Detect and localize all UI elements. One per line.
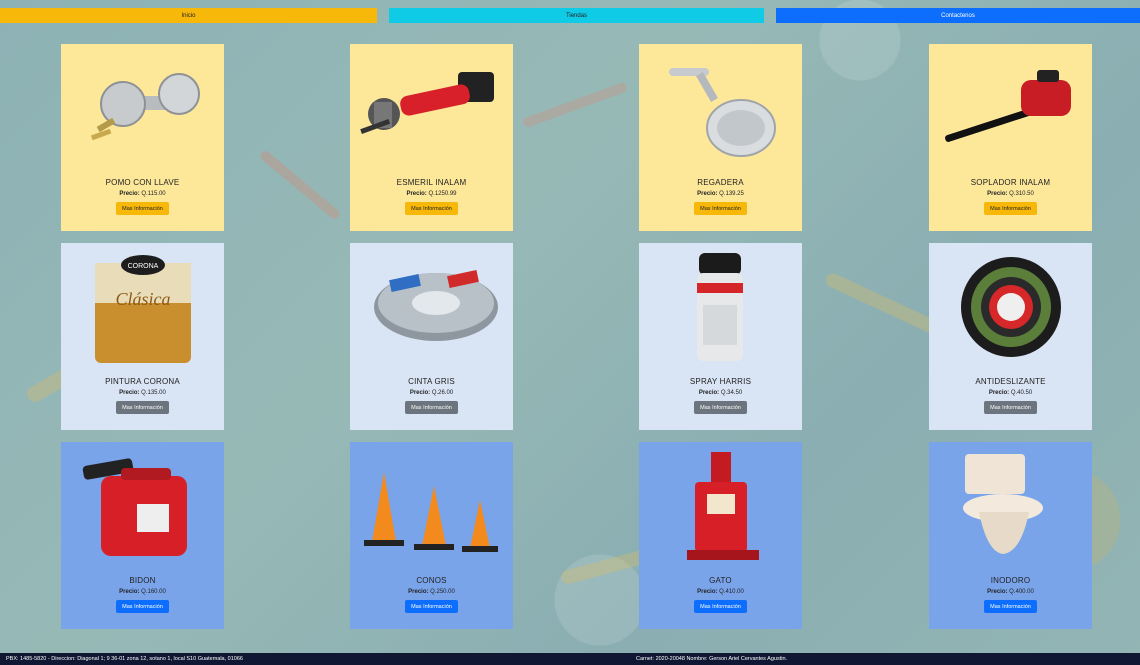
more-info-button[interactable]: Mas Información xyxy=(405,202,458,215)
product-price: Precio: Q.160.00 xyxy=(119,589,166,595)
product-name: BIDON xyxy=(129,576,156,585)
product-price: Precio: Q.26.00 xyxy=(410,390,453,396)
product-card: CONOS Precio: Q.250.00 Mas Información xyxy=(350,442,513,629)
angle-grinder-icon xyxy=(350,44,513,172)
bg-decoration xyxy=(258,149,342,221)
price-value: Q.400.00 xyxy=(1009,589,1034,595)
product-card: REGADERA Precio: Q.139.25 Mas Informació… xyxy=(639,44,802,231)
price-label: Precio: xyxy=(409,390,431,396)
product-card: BIDON Precio: Q.160.00 Mas Información xyxy=(61,442,224,629)
product-card: SPRAY HARRIS Precio: Q.34.50 Mas Informa… xyxy=(639,243,802,430)
product-price: Precio: Q.34.50 xyxy=(699,390,742,396)
footer-author: Carnet: 2020-20048 Nombre: Gerson Ariel … xyxy=(636,656,788,662)
product-price: Precio: Q.115.00 xyxy=(119,191,165,197)
hydraulic-jack-icon xyxy=(639,442,802,570)
price-value: Q.40.50 xyxy=(1010,390,1033,396)
product-name: SPRAY HARRIS xyxy=(689,377,752,386)
product-price: Precio: Q.1250.99 xyxy=(406,191,456,197)
product-name: ESMERIL INALAM xyxy=(396,178,467,187)
product-name: SOPLADOR INALAM xyxy=(970,178,1051,187)
paint-can-icon: CORONA Clásica xyxy=(61,243,224,371)
price-label: Precio: xyxy=(119,191,140,197)
product-name: CINTA GRIS xyxy=(408,377,455,386)
more-info-button[interactable]: Mas Información xyxy=(405,401,458,414)
bg-decoration xyxy=(559,548,651,586)
product-price: Precio: Q.410.00 xyxy=(697,589,744,595)
tape-roll-icon xyxy=(350,243,513,371)
price-label: Precio: xyxy=(119,390,140,396)
product-name: REGADERA xyxy=(697,178,744,187)
product-card: ESMERIL INALAM Precio: Q.1250.99 Mas Inf… xyxy=(350,44,513,231)
price-value: Q.1250.99 xyxy=(428,191,457,197)
spray-can-icon xyxy=(639,243,802,371)
price-label: Precio: xyxy=(406,191,427,197)
product-name: POMO CON LLAVE xyxy=(105,178,180,187)
more-info-button[interactable]: Mas Información xyxy=(405,600,458,613)
footer-contact: PBX: 1485-5820 - Direccion: Diagonal 1; … xyxy=(6,656,243,662)
price-value: Q.410.00 xyxy=(719,589,744,595)
price-label: Precio: xyxy=(988,390,1010,396)
product-price: Precio: Q.310.50 xyxy=(987,191,1034,197)
price-label: Precio: xyxy=(697,589,718,595)
bg-decoration xyxy=(521,81,629,129)
product-name: CONOS xyxy=(416,576,447,585)
price-value: Q.310.50 xyxy=(1009,191,1034,197)
product-card: ANTIDESLIZANTE Precio: Q.40.50 Mas Infor… xyxy=(929,243,1092,430)
price-label: Precio: xyxy=(697,191,718,197)
anti-slip-tape-icon xyxy=(929,243,1092,371)
door-knob-icon xyxy=(61,44,224,172)
product-price: Precio: Q.139.25 xyxy=(697,191,744,197)
product-card: GATO Precio: Q.410.00 Mas Información xyxy=(639,442,802,629)
toilet-icon xyxy=(929,442,1092,570)
product-card: POMO CON LLAVE Precio: Q.115.00 Mas Info… xyxy=(61,44,224,231)
fuel-can-icon xyxy=(61,442,224,570)
leaf-blower-icon xyxy=(929,44,1092,172)
price-label: Precio: xyxy=(698,390,720,396)
more-info-button[interactable]: Mas Información xyxy=(116,600,169,613)
more-info-button[interactable]: Mas Información xyxy=(116,202,169,215)
price-value: Q.135.00 xyxy=(141,390,166,396)
product-name: INODORO xyxy=(990,576,1031,585)
traffic-cone-icon xyxy=(350,442,513,570)
more-info-button[interactable]: Mas Información xyxy=(694,401,747,414)
product-card: CINTA GRIS Precio: Q.26.00 Mas Informaci… xyxy=(350,243,513,430)
price-label: Precio: xyxy=(408,589,429,595)
nav-contactenos[interactable]: Contactenos xyxy=(776,8,1140,23)
nav-inicio[interactable]: Inicio xyxy=(0,8,377,23)
price-value: Q.250.00 xyxy=(430,589,455,595)
product-price: Precio: Q.250.00 xyxy=(408,589,455,595)
product-name: ANTIDESLIZANTE xyxy=(975,377,1046,386)
product-card: CORONA Clásica PINTURA CORONA Precio: Q.… xyxy=(61,243,224,430)
product-name: GATO xyxy=(709,576,732,585)
price-label: Precio: xyxy=(119,589,140,595)
product-price: Precio: Q.135.00 xyxy=(119,390,166,396)
more-info-button[interactable]: Mas Información xyxy=(984,401,1037,414)
page-footer: PBX: 1485-5820 - Direccion: Diagonal 1; … xyxy=(0,653,1140,665)
product-price: Precio: Q.400.00 xyxy=(987,589,1034,595)
nav-tiendas[interactable]: Tiendas xyxy=(389,8,764,23)
price-value: Q.139.25 xyxy=(719,191,744,197)
price-value: Q.26.00 xyxy=(431,390,454,396)
product-name: PINTURA CORONA xyxy=(105,377,180,386)
product-card: INODORO Precio: Q.400.00 Mas Información xyxy=(929,442,1092,629)
price-value: Q.115.00 xyxy=(141,191,166,197)
paint-label-text: Clásica xyxy=(115,289,170,309)
more-info-button[interactable]: Mas Información xyxy=(984,600,1037,613)
shower-head-icon xyxy=(639,44,802,172)
more-info-button[interactable]: Mas Información xyxy=(694,202,747,215)
product-card: SOPLADOR INALAM Precio: Q.310.50 Mas Inf… xyxy=(929,44,1092,231)
price-value: Q.160.00 xyxy=(141,589,166,595)
product-price: Precio: Q.40.50 xyxy=(989,390,1032,396)
more-info-button[interactable]: Mas Información xyxy=(984,202,1037,215)
price-value: Q.34.50 xyxy=(720,390,743,396)
price-label: Precio: xyxy=(987,589,1008,595)
more-info-button[interactable]: Mas Información xyxy=(116,401,169,414)
top-nav: Inicio Tiendas Contactenos xyxy=(0,8,1140,23)
more-info-button[interactable]: Mas Información xyxy=(694,600,747,613)
paint-brand-text: CORONA xyxy=(128,263,159,270)
price-label: Precio: xyxy=(987,191,1008,197)
